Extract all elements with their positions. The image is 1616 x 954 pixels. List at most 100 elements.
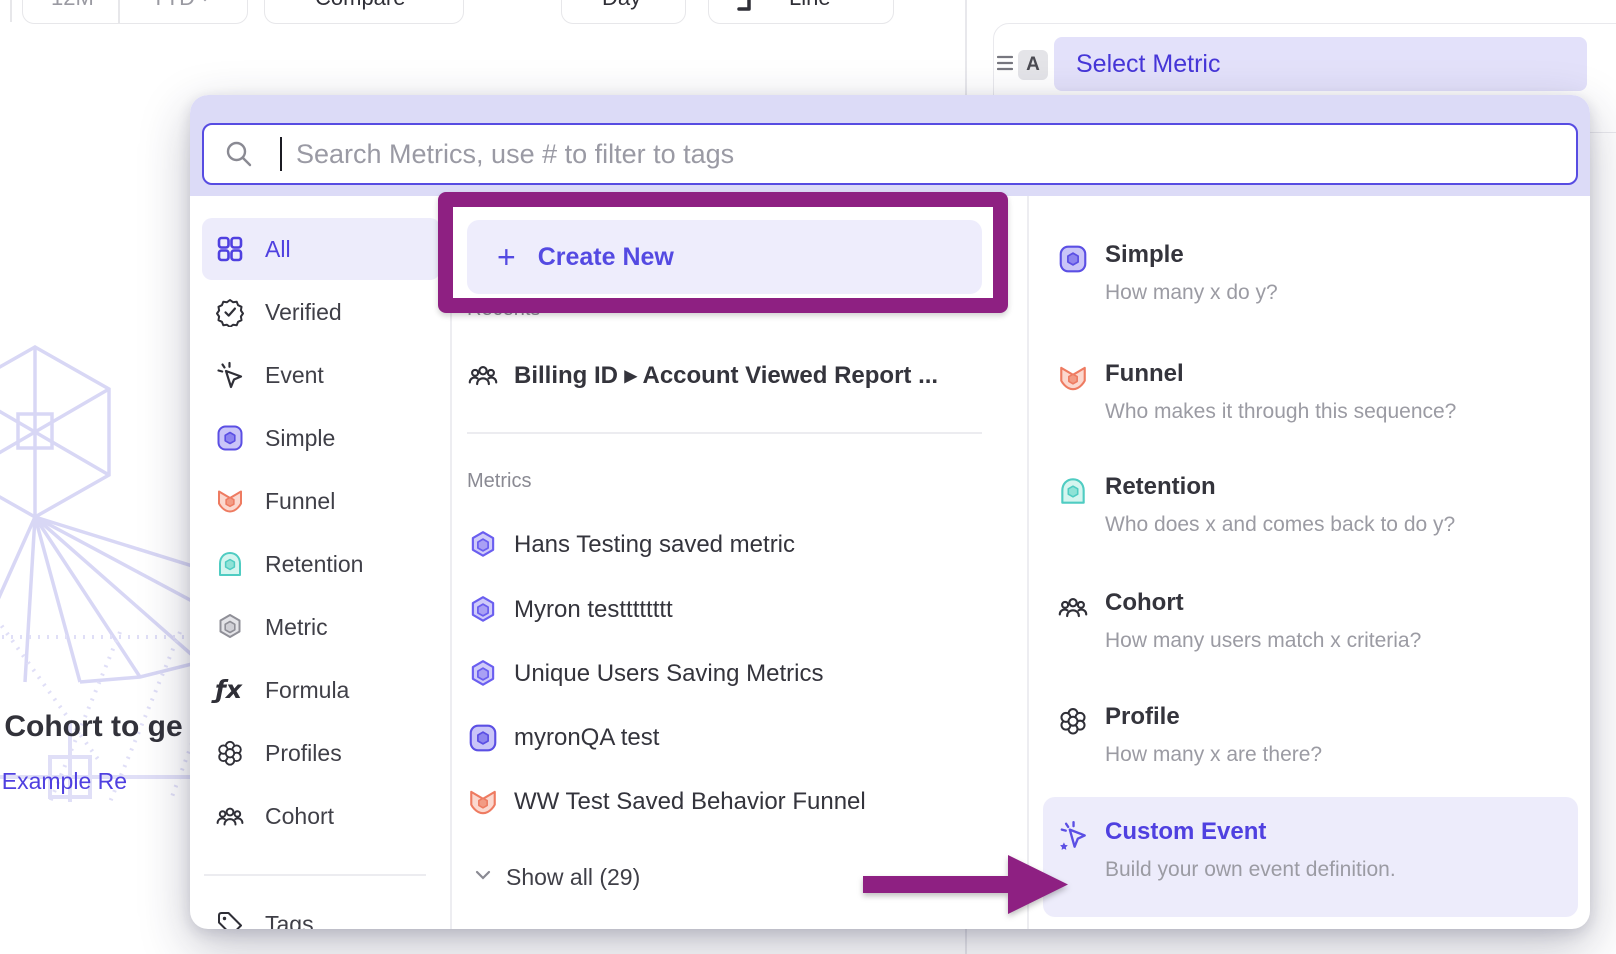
metric-list-item[interactable]: WW Test Saved Behavior Funnel	[467, 778, 982, 826]
tag-icon	[215, 909, 245, 929]
type-description: Build your own event definition.	[1105, 858, 1396, 882]
metric-list-item[interactable]: Hans Testing saved metric	[467, 521, 982, 569]
sidebar-item-label: Funnel	[265, 488, 335, 515]
sidebar-item-cohort[interactable]: Cohort	[202, 785, 440, 847]
funnel-metric-icon	[1057, 362, 1089, 394]
funnel-metric-icon	[215, 486, 245, 516]
sidebar-item-event[interactable]: Event	[202, 344, 440, 406]
granularity-label: Day	[602, 0, 641, 11]
columns-divider	[1027, 196, 1029, 929]
chart-type-label: Line	[789, 0, 831, 11]
sidebar-item-label: Formula	[265, 677, 349, 704]
recents-section-label: Recents	[467, 298, 540, 321]
metric-picker-modal: All Verified Event Simple Funnel	[190, 95, 1590, 929]
sidebar-item-profiles[interactable]: Profiles	[202, 722, 440, 784]
type-title: Funnel	[1105, 360, 1184, 388]
recent-item-label: Billing ID ▸ Account Viewed Report ...	[514, 361, 938, 390]
metric-list-item[interactable]: myronQA test	[467, 714, 982, 762]
segment-divider	[118, 0, 120, 23]
sidebar-item-label: Event	[265, 362, 324, 389]
type-title: Cohort	[1105, 589, 1184, 617]
create-new-button[interactable]: + Create New	[467, 220, 982, 294]
line-chart-icon	[733, 0, 773, 18]
cohort-people-icon	[1057, 591, 1089, 623]
select-metric-button[interactable]: Select Metric	[1054, 37, 1587, 91]
metric-list-item[interactable]: Unique Users Saving Metrics	[467, 650, 982, 698]
sidebar-item-verified[interactable]: Verified	[202, 281, 440, 343]
granularity-button[interactable]: Day	[561, 0, 686, 24]
type-title: Custom Event	[1105, 818, 1266, 846]
explore-line: Or explore Example Re	[0, 768, 127, 795]
date-range-segmented-control[interactable]: 12M YTD	[22, 0, 248, 24]
sidebar-item-all[interactable]: All	[202, 218, 440, 280]
formula-fx-icon: ƒx	[215, 675, 245, 705]
example-reports-link[interactable]: Example Re	[2, 768, 127, 794]
profiles-cluster-icon	[1057, 705, 1089, 737]
simple-metric-icon	[467, 722, 499, 754]
type-description: How many x do y?	[1105, 281, 1278, 305]
type-description: How many x are there?	[1105, 743, 1322, 767]
search-input[interactable]	[202, 123, 1578, 185]
cohort-people-icon	[215, 801, 245, 831]
custom-event-spark-icon	[1057, 820, 1089, 852]
retention-metric-icon	[1057, 475, 1089, 507]
funnel-metric-icon	[467, 786, 499, 818]
range-ytd-button[interactable]: YTD	[151, 0, 195, 11]
toolbar-edge-divider	[10, 0, 12, 22]
profiles-cluster-icon	[215, 738, 245, 768]
metric-hexagon-icon	[467, 594, 499, 626]
create-new-label: Create New	[538, 243, 674, 272]
simple-metric-icon	[215, 423, 245, 453]
metric-item-label: Myron testttttttt	[514, 596, 673, 624]
type-title: Profile	[1105, 703, 1180, 731]
event-cursor-icon	[215, 360, 245, 390]
type-title: Simple	[1105, 241, 1184, 269]
metric-item-label: myronQA test	[514, 724, 659, 752]
sidebar-item-funnel[interactable]: Funnel	[202, 470, 440, 532]
recent-item-row[interactable]: Billing ID ▸ Account Viewed Report ...	[467, 351, 982, 399]
sidebar-item-label: All	[265, 236, 291, 263]
metric-hexagon-icon	[467, 658, 499, 690]
metrics-section-label: Metrics	[467, 470, 531, 493]
sidebar-item-label: Verified	[265, 299, 342, 326]
sidebar-section-divider	[204, 874, 426, 876]
sidebar-item-formula[interactable]: ƒx Formula	[202, 659, 440, 721]
show-all-toggle[interactable]: Show all (29)	[474, 857, 874, 897]
sidebar-item-label: Simple	[265, 425, 335, 452]
range-12m-button[interactable]: 12M	[51, 0, 94, 11]
empty-state-headline-fragment: or Cohort to ge	[0, 710, 183, 744]
sidebar-item-label: Profiles	[265, 740, 342, 767]
custom-event-highlight	[1043, 797, 1578, 917]
metric-item-label: Unique Users Saving Metrics	[514, 660, 823, 688]
metric-item-label: WW Test Saved Behavior Funnel	[514, 788, 866, 816]
page: 12M YTD Compare Day Line	[0, 0, 1616, 954]
retention-metric-icon	[215, 549, 245, 579]
search-icon	[224, 139, 254, 174]
metric-item-label: Hans Testing saved metric	[514, 531, 795, 559]
sidebar-item-label: Metric	[265, 614, 328, 641]
plus-icon: +	[497, 241, 516, 273]
sidebar-item-label: Tags	[265, 911, 314, 930]
sidebar-divider	[450, 196, 452, 929]
chevron-down-icon	[197, 0, 213, 7]
sidebar-item-metric[interactable]: Metric	[202, 596, 440, 658]
metric-row-letter-badge: A	[1018, 50, 1048, 80]
grid-icon	[215, 234, 245, 264]
sidebar-item-tags[interactable]: Tags	[202, 893, 440, 929]
sidebar-item-label: Cohort	[265, 803, 334, 830]
metric-list-item[interactable]: Myron testttttttt	[467, 586, 982, 634]
compare-button[interactable]: Compare	[264, 0, 464, 24]
type-description: Who makes it through this sequence?	[1105, 400, 1456, 424]
metric-hexagon-icon	[215, 612, 245, 642]
type-title: Retention	[1105, 473, 1216, 501]
drag-handle-icon[interactable]	[997, 54, 1013, 77]
chart-type-button[interactable]: Line	[708, 0, 894, 24]
recents-divider	[467, 432, 982, 434]
type-description: Who does x and comes back to do y?	[1105, 513, 1455, 537]
sidebar-item-retention[interactable]: Retention	[202, 533, 440, 595]
type-description: How many users match x criteria?	[1105, 629, 1421, 653]
verified-badge-icon	[215, 297, 245, 327]
sidebar-item-simple[interactable]: Simple	[202, 407, 440, 469]
chevron-down-icon	[474, 868, 492, 886]
sidebar-item-label: Retention	[265, 551, 363, 578]
